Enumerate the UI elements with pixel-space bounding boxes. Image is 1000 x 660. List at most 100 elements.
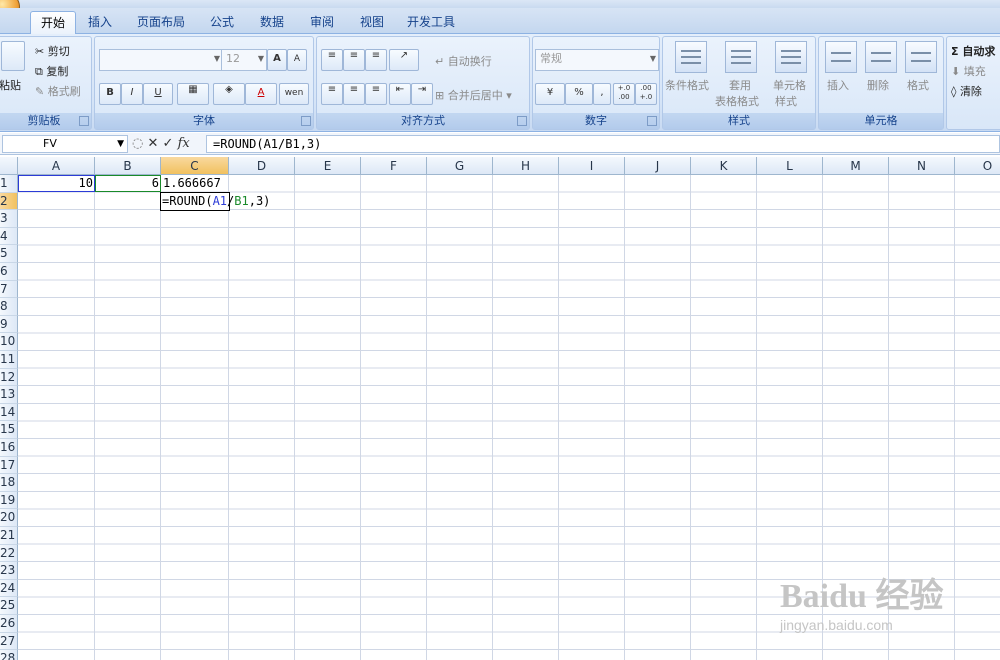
- phonetic-button[interactable]: wen: [279, 83, 309, 105]
- row-header-17[interactable]: 17: [0, 456, 18, 475]
- font-launcher-icon[interactable]: [301, 116, 311, 126]
- row-header-15[interactable]: 15: [0, 421, 18, 439]
- copy-button[interactable]: ⧉ 复制: [35, 63, 68, 79]
- row-header-2[interactable]: 2: [0, 192, 18, 211]
- row-header-26[interactable]: 26: [0, 615, 18, 633]
- row-header-28[interactable]: 28: [0, 650, 18, 660]
- row-header-20[interactable]: 20: [0, 509, 18, 527]
- paste-button[interactable]: 粘贴: [0, 77, 21, 93]
- border-button[interactable]: ▦: [177, 83, 209, 105]
- cut-button[interactable]: ✂ 剪切: [35, 43, 70, 59]
- row-header-8[interactable]: 8: [0, 298, 18, 316]
- column-header-C[interactable]: C: [161, 157, 229, 175]
- row-header-13[interactable]: 13: [0, 386, 18, 404]
- worksheet-grid[interactable]: ABCDEFGHIJKLMNO 1 2 3 4 5 6 7 8 9 10 11 12 13 14 15 16 1…: [0, 157, 1000, 660]
- percent-button[interactable]: %: [565, 83, 593, 105]
- grow-font-button[interactable]: A: [267, 49, 287, 71]
- increase-indent-icon[interactable]: ⇥: [411, 83, 433, 105]
- increase-decimal-button[interactable]: +.0 .00: [613, 83, 635, 105]
- font-size-combo[interactable]: 12 ▼: [221, 49, 267, 71]
- column-header-H[interactable]: H: [493, 157, 559, 175]
- table-style-button[interactable]: 套用: [729, 77, 751, 93]
- tab-view[interactable]: 视图: [350, 11, 394, 33]
- underline-button[interactable]: U: [143, 83, 173, 105]
- row-header-5[interactable]: 5: [0, 245, 18, 263]
- row-header-22[interactable]: 22: [0, 544, 18, 563]
- row-header-24[interactable]: 24: [0, 579, 18, 598]
- tab-developer[interactable]: 开发工具: [398, 11, 464, 33]
- tab-home[interactable]: 开始: [30, 11, 76, 36]
- column-header-A[interactable]: A: [18, 157, 95, 175]
- format-painter-button[interactable]: ✎ 格式刷: [35, 83, 81, 99]
- format-cells-button[interactable]: 格式: [907, 77, 929, 93]
- row-header-21[interactable]: 21: [0, 527, 18, 545]
- insert-function-icon[interactable]: fx: [178, 136, 190, 151]
- tab-data[interactable]: 数据: [250, 11, 294, 33]
- column-header-K[interactable]: K: [691, 157, 757, 175]
- tab-page-layout[interactable]: 页面布局: [128, 11, 194, 33]
- column-header-G[interactable]: G: [427, 157, 493, 175]
- currency-button[interactable]: ¥: [535, 83, 565, 105]
- cancel-icon[interactable]: ✕: [147, 136, 158, 151]
- row-header-3[interactable]: 3: [0, 210, 18, 228]
- fill-button[interactable]: ⬇ 填充: [951, 63, 986, 79]
- column-header-J[interactable]: J: [625, 157, 691, 175]
- select-all-corner[interactable]: [0, 157, 18, 175]
- formula-input[interactable]: =ROUND(A1/B1,3): [206, 135, 1000, 153]
- decrease-indent-icon[interactable]: ⇤: [389, 83, 411, 105]
- insert-cells-icon[interactable]: [825, 41, 857, 73]
- row-header-12[interactable]: 12: [0, 368, 18, 387]
- align-left-icon[interactable]: ≡: [321, 83, 343, 105]
- italic-button[interactable]: I: [121, 83, 143, 105]
- align-middle-icon[interactable]: ≡: [343, 49, 365, 71]
- orientation-icon[interactable]: ↗: [389, 49, 419, 71]
- column-header-N[interactable]: N: [889, 157, 955, 175]
- row-header-14[interactable]: 14: [0, 403, 18, 422]
- row-header-11[interactable]: 11: [0, 351, 18, 369]
- clipboard-launcher-icon[interactable]: [79, 116, 89, 126]
- wrap-text-button[interactable]: ↵ 自动换行: [435, 53, 492, 69]
- merge-center-button[interactable]: ⊞ 合并后居中 ▾: [435, 87, 512, 103]
- column-header-F[interactable]: F: [361, 157, 427, 175]
- conditional-format-icon[interactable]: [675, 41, 707, 73]
- row-header-6[interactable]: 6: [0, 263, 18, 281]
- table-style-icon[interactable]: [725, 41, 757, 73]
- quick-access-toolbar[interactable]: [30, 0, 160, 6]
- align-right-icon[interactable]: ≡: [365, 83, 387, 105]
- clear-button[interactable]: ◊ 清除: [951, 83, 982, 99]
- delete-cells-button[interactable]: 删除: [867, 77, 889, 93]
- column-header-M[interactable]: M: [823, 157, 889, 175]
- tab-review[interactable]: 审阅: [300, 11, 344, 33]
- row-header-4[interactable]: 4: [0, 227, 18, 246]
- delete-cells-icon[interactable]: [865, 41, 897, 73]
- row-header-23[interactable]: 23: [0, 562, 18, 580]
- column-header-I[interactable]: I: [559, 157, 625, 175]
- comma-button[interactable]: ,: [593, 83, 611, 105]
- row-header-9[interactable]: 9: [0, 315, 18, 334]
- row-header-19[interactable]: 19: [0, 491, 18, 510]
- cell-C1[interactable]: 1.666667: [163, 175, 231, 192]
- align-center-icon[interactable]: ≡: [343, 83, 365, 105]
- tab-formulas[interactable]: 公式: [200, 11, 244, 33]
- align-top-icon[interactable]: ≡: [321, 49, 343, 71]
- font-color-button[interactable]: A: [245, 83, 277, 105]
- column-header-L[interactable]: L: [757, 157, 823, 175]
- row-header-18[interactable]: 18: [0, 474, 18, 492]
- align-bottom-icon[interactable]: ≡: [365, 49, 387, 71]
- decrease-decimal-button[interactable]: .00 +.0: [635, 83, 657, 105]
- cell-style-icon[interactable]: [775, 41, 807, 73]
- insert-cells-button[interactable]: 插入: [827, 77, 849, 93]
- alignment-launcher-icon[interactable]: [517, 116, 527, 126]
- number-format-combo[interactable]: 常规 ▼: [535, 49, 659, 71]
- column-header-B[interactable]: B: [95, 157, 161, 175]
- enter-icon[interactable]: ✓: [163, 136, 174, 151]
- row-header-16[interactable]: 16: [0, 439, 18, 457]
- cell-C2-editor[interactable]: =ROUND(A1/B1,3): [162, 193, 270, 210]
- format-cells-icon[interactable]: [905, 41, 937, 73]
- name-box[interactable]: FV ▼: [2, 135, 128, 153]
- row-header-10[interactable]: 10: [0, 333, 18, 351]
- shrink-font-button[interactable]: A: [287, 49, 307, 71]
- tab-insert[interactable]: 插入: [80, 11, 120, 33]
- column-header-O[interactable]: O: [955, 157, 1000, 175]
- row-header-27[interactable]: 27: [0, 632, 18, 651]
